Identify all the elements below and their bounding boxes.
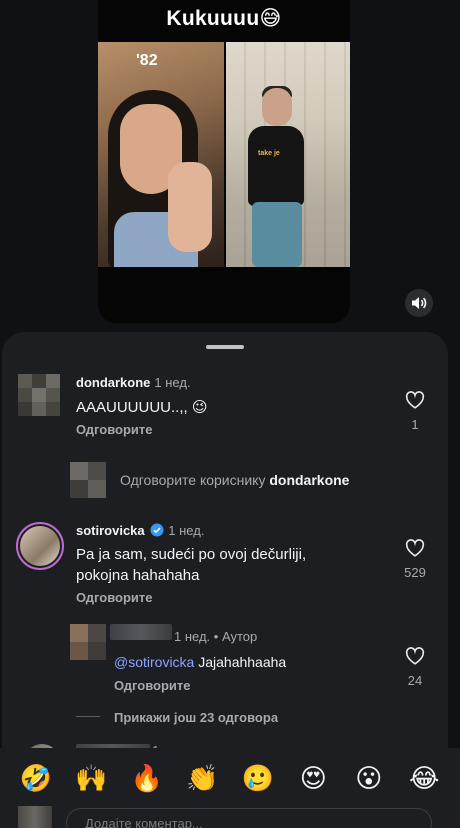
heart-icon[interactable] xyxy=(405,539,425,557)
avatar xyxy=(70,462,106,498)
avatar[interactable] xyxy=(70,624,106,660)
sound-toggle-button[interactable] xyxy=(405,289,433,317)
mention-link[interactable]: @sotirovicka xyxy=(114,654,194,670)
emoji-button[interactable]: 😂 xyxy=(404,764,444,794)
emoji-reaction-bar: 🤣 🙌 🔥 👏 🥲 😍 😮 😂 xyxy=(0,748,460,810)
reel-frame-left: '82 xyxy=(98,42,224,267)
avatar[interactable] xyxy=(16,522,64,570)
speaker-icon xyxy=(412,297,427,309)
emoji-button[interactable]: 🤣 xyxy=(16,764,56,794)
shirt-text: take je xyxy=(258,150,280,157)
reply-text: @sotirovicka Jajahahhaaha xyxy=(114,654,287,670)
emoji-button[interactable]: 🙌 xyxy=(71,764,111,794)
emoji-button[interactable]: 🔥 xyxy=(127,764,167,794)
avatar[interactable] xyxy=(18,374,60,416)
year-overlay: '82 xyxy=(136,52,158,69)
redacted-username xyxy=(110,624,172,640)
show-more-replies-button[interactable]: Прикажи још 23 одговора xyxy=(114,710,278,725)
like-count: 24 xyxy=(407,673,423,688)
comment-text: Pa ja sam, sudeći po ovoj dečurliji, pok… xyxy=(76,546,307,584)
comment-input[interactable]: Додајте коментар... xyxy=(66,808,432,828)
heart-icon[interactable] xyxy=(405,391,425,409)
reply-button[interactable]: Одговорите xyxy=(114,678,191,693)
emoji-button[interactable]: 😍 xyxy=(293,764,333,794)
reply-to-user-prompt[interactable]: Одговорите кориснику dondarkone xyxy=(120,472,349,488)
emoji-button[interactable]: 👏 xyxy=(182,764,222,794)
avatar xyxy=(18,806,52,828)
reply-meta: 1 нед. • Аутор xyxy=(174,629,258,644)
like-button[interactable]: 529 xyxy=(400,539,430,580)
reply-button[interactable]: Одговорите xyxy=(76,590,153,605)
emoji-button[interactable]: 😮 xyxy=(349,764,389,794)
comment-input-placeholder: Додајте коментар... xyxy=(85,816,203,828)
reply-button[interactable]: Одговорите xyxy=(76,422,153,437)
sheet-drag-handle[interactable] xyxy=(206,345,244,349)
reel-preview[interactable]: Kukuuuu😅 '82 take je xyxy=(98,0,350,323)
like-count: 529 xyxy=(404,565,426,580)
comment-username[interactable]: dondarkone 1 нед. xyxy=(76,375,191,390)
reel-caption: Kukuuuu😅 xyxy=(166,7,282,30)
heart-icon[interactable] xyxy=(405,647,425,665)
replies-divider xyxy=(76,716,100,717)
like-count: 1 xyxy=(411,417,419,432)
emoji-button[interactable]: 🥲 xyxy=(238,764,278,794)
reel-frame-right: take je xyxy=(226,42,350,267)
verified-badge-icon xyxy=(150,523,164,537)
comment-text: AAAUUUUUU..,, 😉 xyxy=(76,399,208,416)
comment-username[interactable]: sotirovicka 1 нед. xyxy=(76,523,204,538)
like-button[interactable]: 1 xyxy=(400,391,430,432)
like-button[interactable]: 24 xyxy=(400,647,430,688)
